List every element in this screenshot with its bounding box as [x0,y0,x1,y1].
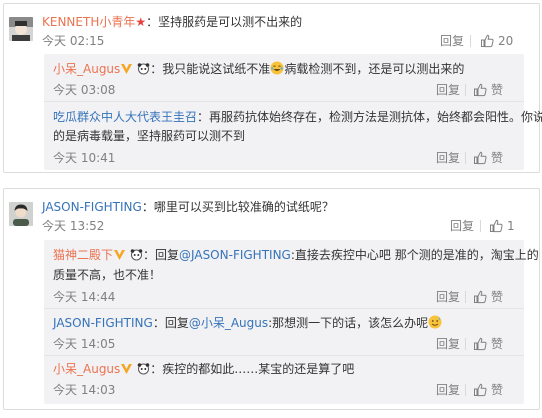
reply-text: ：回复 [152,316,189,330]
reply-divider [44,101,524,102]
like-button[interactable]: 赞 [491,150,503,166]
laugh-cry-emoji-icon [270,61,284,75]
action-separator [465,291,466,303]
reply-text-continued: 质量不高，也不准！ [53,268,162,282]
action-separator [480,220,481,232]
mention-link[interactable]: @JASON-FIGHTING [179,248,291,262]
sweat-smile-emoji-icon [428,315,442,329]
reply-button[interactable]: 回复 [450,218,474,234]
vip-badge-icon [121,364,133,374]
avatar[interactable] [9,17,33,41]
reply-time: 今天 14:44 [53,290,116,304]
comment-body: KENNETH小青年★：坚持服药是可以测不出来的 [42,14,302,30]
reply-username[interactable]: 小呆_Augus [53,62,120,76]
thumb-up-icon[interactable] [473,337,487,351]
reply-button[interactable]: 回复 [436,336,460,352]
reply-button[interactable]: 回复 [436,82,460,98]
reply-body: JASON-FIGHTING：回复@小呆_Augus:那想测一下的话，该怎么办呢 [53,315,442,331]
reply-button[interactable]: 回复 [436,382,460,398]
like-count[interactable]: 1 [507,218,515,234]
like-count[interactable]: 20 [498,33,513,49]
reply-text-continued: :直接去疾控中心吧 那个测的是准的，淘宝上的 [290,248,539,262]
action-separator [465,384,466,396]
reply-text: ：回复 [143,248,180,262]
reply-username[interactable]: 猫神二殿下 [53,248,113,262]
comment-body: JASON-FIGHTING：哪里可以买到比较准确的试纸呢？ [42,199,334,215]
reply-body: 小呆_Augus ：我只能说这试纸不准 病载检测不到，还是可以测出来的 [53,61,464,77]
reply-text-continued: 病载检测不到，还是可以测出来的 [284,62,465,76]
star-icon: ★ [135,15,147,29]
thumb-up-icon[interactable] [473,290,487,304]
reply-time: 今天 14:03 [53,383,116,397]
reply-list: 小呆_Augus ：我只能说这试纸不准 病载检测不到，还是可以测出来的 今天 03:… [44,54,542,170]
thumb-up-icon[interactable] [473,151,487,165]
vip-badge-icon [114,250,126,260]
reply-text: ：疾控的都如此……某宝的还是算了吧 [150,362,355,376]
avatar-icon [9,17,33,41]
panda-icon [137,363,150,375]
avatar[interactable] [9,202,33,226]
mention-link[interactable]: @小呆_Augus [189,316,268,330]
reply-text: ：再服药抗体始终存在，检测方法是测抗体，始终都会阳性。你说 [197,110,542,124]
reply-button[interactable]: 回复 [436,150,460,166]
panda-icon [130,249,143,261]
reply-time: 今天 03:08 [53,83,116,97]
like-button[interactable]: 赞 [491,336,503,352]
action-separator [465,152,466,164]
comment-username[interactable]: JASON-FIGHTING [42,200,142,214]
reply-username[interactable]: 小呆_Augus [53,362,120,376]
comment-username[interactable]: KENNETH小青年 [42,15,135,29]
reply-list: 猫神二殿下 ：回复@JASON-FIGHTING:直接去疾控中心吧 那个测的是准的… [44,240,539,404]
reply-time: 今天 10:41 [53,151,116,165]
reply-text-continued: :那想测一下的话，该怎么办呢 [268,316,429,330]
thumb-up-icon[interactable] [473,383,487,397]
reply-button[interactable]: 回复 [436,289,460,305]
action-separator [470,35,471,47]
reply-body: 小呆_Augus ：疾控的都如此……某宝的还是算了吧 [53,361,354,377]
comment-time: 今天 02:15 [42,34,105,48]
thumb-up-icon[interactable] [473,83,487,97]
comment-text: ：哪里可以买到比较准确的试纸呢？ [141,200,334,214]
reply-body: 猫神二殿下 ：回复@JASON-FIGHTING:直接去疾控中心吧 那个测的是准的… [53,246,539,265]
avatar-icon [9,202,33,226]
reply-button[interactable]: 回复 [440,33,464,49]
reply-text: ：我只能说这试纸不准 [150,62,271,76]
comment-time: 今天 13:52 [42,219,105,233]
comment-text: ：坚持服药是可以测不出来的 [146,15,303,29]
action-separator [465,84,466,96]
thumb-up-icon[interactable] [480,34,494,48]
reply-divider [44,355,524,356]
comment-thread: KENNETH小青年★：坚持服药是可以测不出来的 今天 02:15 回复 20 … [3,3,542,173]
reply-time: 今天 14:05 [53,337,116,351]
reply-divider [44,308,524,309]
panda-icon [137,63,150,75]
comment-thread: JASON-FIGHTING：哪里可以买到比较准确的试纸呢？ 今天 13:52 … [3,188,540,410]
like-button[interactable]: 赞 [491,82,503,98]
thumb-up-icon[interactable] [489,219,503,233]
reply-username[interactable]: 吃瓜群众中人大代表王圭召 [53,110,197,124]
vip-badge-icon [121,64,133,74]
like-button[interactable]: 赞 [491,289,503,305]
reply-username[interactable]: JASON-FIGHTING [53,316,153,330]
reply-body: 吃瓜群众中人大代表王圭召：再服药抗体始终存在，检测方法是测抗体，始终都会阳性。你… [53,108,542,127]
like-button[interactable]: 赞 [491,382,503,398]
reply-text-continued: 的是病毒载量，坚持服药可以测不到 [53,129,246,143]
action-separator [465,338,466,350]
